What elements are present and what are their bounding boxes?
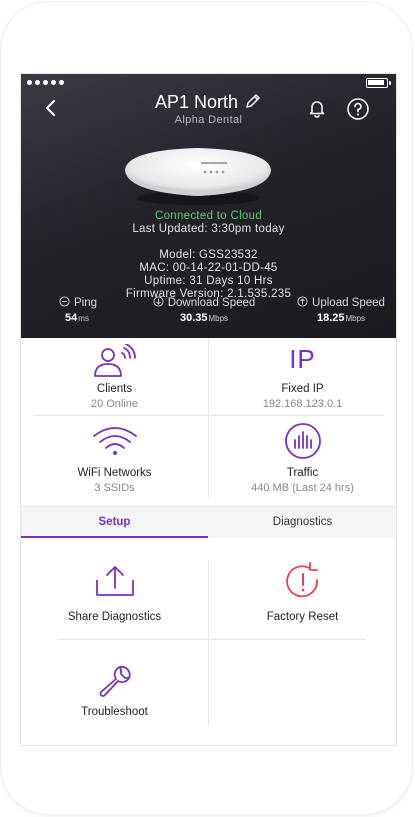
ip-icon-text: IP [289,344,316,374]
status-bar [21,74,396,92]
mac-text: MAC: 00-14-22-01-DD-45 [139,262,278,274]
traffic-icon [209,422,396,459]
wifi-networks-count: 3 SSIDs [94,482,135,494]
setup-actions: Share Diagnostics Factory Reset Troubles… [21,538,396,745]
download-unit: Mbps [208,314,229,323]
ping-label: Ping [74,297,98,309]
download-value: 30.35 [179,312,208,324]
download-stat: Download Speed 30.35Mbps [142,296,266,324]
bell-icon[interactable] [307,98,327,118]
ping-stat: Ping 54ms [59,296,98,324]
help-icon[interactable] [346,97,370,121]
access-point-image [125,148,271,205]
speed-stats: Ping 54ms Download Speed 30.35Mbps Uploa… [21,296,396,330]
share-diagnostics-label: Share Diagnostics [67,611,162,623]
fixed-ip-tile[interactable]: IP Fixed IP 192.168.123.0.1 [209,338,396,422]
troubleshoot-label: Troubleshoot [81,706,148,718]
download-label: Download Speed [167,297,256,309]
summary-tiles: Clients 20 Online IP Fixed IP 192.168.12… [21,338,396,506]
troubleshoot-button[interactable]: Troubleshoot [21,638,208,738]
clients-label: Clients [96,383,133,395]
tab-diagnostics[interactable]: Diagnostics [209,507,396,538]
clients-tile[interactable]: Clients 20 Online [21,338,208,422]
ping-value: 54 [65,312,78,324]
connection-status: Connected to Cloud [154,210,263,222]
wrench-icon [99,665,130,697]
edit-pencil-icon[interactable] [244,92,262,110]
share-diagnostics-button[interactable]: Share Diagnostics [21,538,208,638]
traffic-label: Traffic [286,467,319,479]
back-arrow-icon[interactable] [41,98,61,118]
upload-label: Upload Speed [312,297,385,309]
tab-setup[interactable]: Setup [21,507,208,538]
fixed-ip-label: Fixed IP [281,383,324,395]
tab-bar: Setup Diagnostics [21,506,396,538]
page-title: AP1 North [154,92,239,112]
ping-unit: ms [78,314,89,323]
ip-icon: IP [209,344,396,380]
share-icon [95,566,134,596]
title-block: AP1 North Alpha Dental [81,92,336,126]
uptime-text: Uptime: 31 Days 10 Hrs [144,275,273,287]
device-header: AP1 North Alpha Dental Connected to Clou… [21,74,396,338]
upload-stat: Upload Speed 18.25Mbps [295,296,387,324]
ping-icon [59,296,70,307]
phone-frame: AP1 North Alpha Dental Connected to Clou… [1,2,412,814]
traffic-usage: 440 MB (Last 24 hrs) [251,482,354,494]
upload-value: 18.25 [316,312,345,324]
battery-icon [366,78,391,88]
clients-count: 20 Online [90,398,139,410]
upload-icon [297,296,308,307]
traffic-tile[interactable]: Traffic 440 MB (Last 24 hrs) [209,422,396,506]
page-subtitle: Alpha Dental [174,114,243,126]
factory-reset-button[interactable]: Factory Reset [209,538,396,638]
device-info: Connected to Cloud Last Updated: 3:30pm … [21,210,396,301]
clients-icon [21,344,208,380]
download-icon [153,296,164,307]
wifi-networks-label: WiFi Networks [77,467,152,479]
upload-unit: Mbps [345,314,366,323]
factory-reset-icon [285,562,318,598]
wifi-icon [21,426,208,462]
factory-reset-label: Factory Reset [266,611,339,623]
model-text: Model: GSS23532 [159,249,258,261]
signal-dots [27,80,64,85]
wifi-networks-tile[interactable]: WiFi Networks 3 SSIDs [21,422,208,506]
app-screen: AP1 North Alpha Dental Connected to Clou… [21,74,396,745]
fixed-ip-address: 192.168.123.0.1 [262,398,343,410]
last-updated: Last Updated: 3:30pm today [132,223,285,235]
